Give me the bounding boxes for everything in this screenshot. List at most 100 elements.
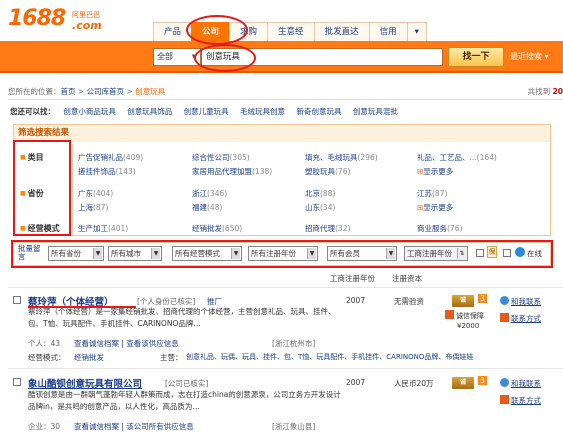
- filter-checkbox-online[interactable]: [503, 249, 511, 257]
- city-select[interactable]: 所有城市 ▼: [108, 246, 162, 261]
- main-products-value: 创意礼品、玩偶、玩具、挂件、包、T恤、玩具配件、手机挂件、CARINONO品牌、…: [186, 353, 474, 361]
- filter-option-name: 塑胶玩具: [305, 167, 335, 176]
- filter-option[interactable]: 填充、毛绒玩具(296): [305, 152, 378, 163]
- related-searches: 您还可以找： 创意小商品玩具 创意玩具饰品 创意儿童玩具 毛绒玩具创意 新奇创意…: [10, 106, 407, 117]
- reg-year-select[interactable]: 所有注册年份 ▼: [248, 246, 318, 261]
- column-header-year: 工商注册年份: [330, 274, 375, 283]
- contact-me-link[interactable]: 和我联系: [500, 378, 541, 389]
- search-button[interactable]: 找一下: [448, 47, 504, 67]
- filter-option-count: (346): [207, 189, 228, 198]
- result-checkbox[interactable]: [13, 378, 21, 386]
- related-link[interactable]: 毛绒玩具创意: [240, 107, 285, 116]
- contact-info-link[interactable]: 联系方式: [500, 313, 541, 324]
- breadcrumb-current: 创意玩具: [135, 87, 166, 96]
- divider: [72, 144, 73, 234]
- filter-option-name: 北京: [305, 189, 320, 198]
- related-link[interactable]: 创意儿童玩具: [184, 107, 229, 116]
- assurance-label: 诚信保障: [456, 312, 484, 320]
- chevron-down-icon: ▼: [307, 248, 316, 259]
- breadcrumb-separator: >: [124, 87, 136, 96]
- reg-year-sort-label: 工商注册年份: [407, 249, 452, 258]
- filter-option[interactable]: 生产加工(401): [78, 223, 128, 234]
- tab-wholesale[interactable]: 批发直达: [313, 22, 370, 41]
- assurance-amount: ¥2000: [457, 322, 480, 330]
- related-link[interactable]: 新奇创意玩具: [296, 107, 341, 116]
- filter-option[interactable]: 浙江(346): [192, 188, 227, 199]
- divider: [8, 287, 563, 288]
- filter-checkbox-1[interactable]: [476, 249, 484, 257]
- credit-links[interactable]: 查看诚信档案 | 该公司所有供应信息: [74, 421, 194, 432]
- chevron-down-icon: ▼: [386, 248, 395, 259]
- result-checkbox[interactable]: [13, 296, 21, 304]
- filter-option[interactable]: 经销批发(650): [192, 223, 242, 234]
- filter-option-count: (401): [108, 224, 129, 233]
- filter-option[interactable]: 广告促销礼品(409): [78, 152, 143, 163]
- member-select[interactable]: 所有会员 ▼: [327, 246, 397, 261]
- related-link[interactable]: 创意玩具饰品: [127, 107, 172, 116]
- reg-year-sort-button[interactable]: 工商注册年份 ⇅: [404, 246, 468, 261]
- filter-option[interactable]: 江苏(87): [417, 188, 447, 199]
- contact-me-link[interactable]: 和我联系: [500, 296, 541, 307]
- logo-com: .com: [72, 19, 102, 32]
- filter-option[interactable]: 商业服务(76): [417, 223, 462, 234]
- filter-option[interactable]: 北京(88): [305, 188, 335, 199]
- tab-more-dropdown[interactable]: ▾: [406, 22, 427, 41]
- related-link[interactable]: 创意小商品玩具: [63, 107, 116, 116]
- credit-links[interactable]: 查看诚信档案 | 查看该供应信息: [74, 338, 179, 349]
- annotation-underline: [28, 306, 136, 308]
- filter-option-count: (48): [207, 203, 223, 212]
- filter-option-name: 山东: [305, 203, 320, 212]
- reg-year-value: 2007: [346, 378, 366, 387]
- recent-search-link[interactable]: 最近搜索 ▾: [510, 51, 549, 62]
- breadcrumb-lib[interactable]: 公司库首页: [87, 87, 125, 96]
- filter-option[interactable]: 山东(34): [305, 202, 335, 213]
- filter-option-count: (138): [252, 167, 273, 176]
- site-logo[interactable]: 1688 阿里巴巴 .com: [8, 6, 108, 36]
- filter-option[interactable]: 礼品、工艺品、...(164): [417, 152, 497, 163]
- filter-option-name: 经销批发: [192, 224, 222, 233]
- contact-info-link[interactable]: 联系方式: [500, 395, 541, 406]
- member-count: 企业：30: [28, 422, 61, 431]
- result-total: 共找到 20: [528, 86, 563, 97]
- column-header-capital: 注册资本: [392, 274, 422, 283]
- contact-me-label: 和我联系: [511, 379, 541, 388]
- filter-option-name: 浙江: [192, 189, 207, 198]
- reg-capital-value: 人民币20万: [394, 379, 434, 388]
- tab-credit[interactable]: 信用: [368, 22, 408, 41]
- filter-option[interactable]: 塑胶玩具(76): [305, 166, 350, 177]
- annotation-circle-query: [194, 44, 256, 72]
- filter-option-count: (296): [357, 153, 378, 162]
- filter-option-count: (76): [447, 224, 463, 233]
- filter-option[interactable]: 搓挂件饰品(143): [78, 166, 136, 177]
- batch-message-link[interactable]: 批量留言: [18, 245, 42, 261]
- company-title-link[interactable]: 象山酷钡创意玩具有限公司: [28, 376, 142, 390]
- province-select-value: 所有省份: [51, 249, 81, 258]
- search-category-value: 全部: [157, 52, 173, 61]
- chevron-down-icon: ▼: [231, 248, 240, 259]
- annotation-box-filter-labels: [13, 140, 71, 236]
- filter-option[interactable]: 招商代理(32): [305, 223, 350, 234]
- tab-business[interactable]: 生意经: [267, 22, 315, 41]
- filter-option[interactable]: 家居用品代理加盟(138): [192, 166, 272, 177]
- card-icon: [500, 313, 509, 322]
- filter-option-count: (88): [320, 189, 336, 198]
- filter-option[interactable]: 福建(48): [192, 202, 222, 213]
- chevron-down-icon: ▼: [93, 248, 102, 259]
- trust-icon: 保: [487, 246, 497, 258]
- filter-option[interactable]: 综合性公司(305): [192, 152, 250, 163]
- show-more-link[interactable]: ⊞显示更多: [417, 202, 453, 213]
- contact-me-label: 和我联系: [511, 297, 541, 306]
- breadcrumb: 您所在的位置：首页 > 公司库首页 > 创意玩具: [8, 86, 165, 97]
- business-mode-label: 经营模式：: [28, 353, 66, 362]
- reg-year-value: 2007: [346, 296, 366, 305]
- business-mode-value[interactable]: 经销批发: [74, 352, 104, 363]
- location: [浙江象山县]: [272, 422, 316, 431]
- mode-select[interactable]: 所有经营模式 ▼: [172, 246, 242, 261]
- show-more-link[interactable]: ⊞显示更多: [417, 166, 453, 177]
- filter-option[interactable]: 广东(404): [78, 188, 113, 199]
- province-select[interactable]: 所有省份 ▼: [48, 246, 104, 261]
- breadcrumb-home[interactable]: 首页: [61, 87, 76, 96]
- filter-option-count: (76): [335, 167, 351, 176]
- filter-option[interactable]: 上海(87): [78, 202, 108, 213]
- related-link[interactable]: 创意玩具混批: [353, 107, 398, 116]
